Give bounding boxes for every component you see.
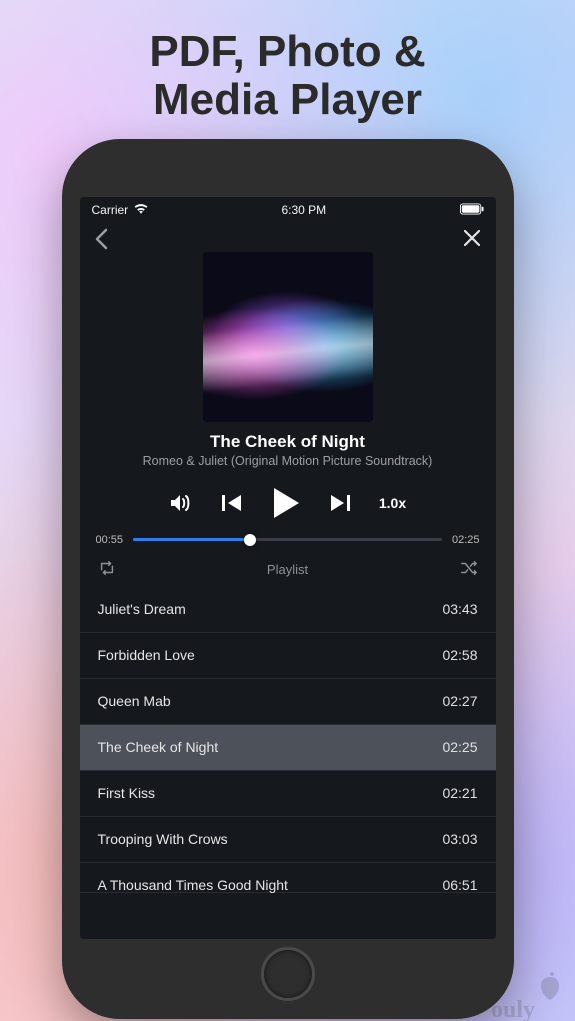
playlist-item[interactable]: First Kiss 02:21 xyxy=(80,771,496,817)
next-button[interactable] xyxy=(329,493,351,513)
app-screen: Carrier 6:30 PM The Cheek of Night Romeo… xyxy=(80,197,496,939)
playlist-item[interactable]: Juliet's Dream 03:43 xyxy=(80,587,496,633)
previous-button[interactable] xyxy=(221,493,243,513)
shuffle-button[interactable] xyxy=(460,560,478,579)
playlist-label: Playlist xyxy=(267,562,308,577)
carrier-label: Carrier xyxy=(92,203,129,217)
elapsed-time: 00:55 xyxy=(96,534,124,546)
close-button[interactable] xyxy=(462,228,482,253)
playlist-item-duration: 02:27 xyxy=(442,693,477,709)
progress-row: 00:55 02:25 xyxy=(80,534,496,546)
playlist-item-title: Queen Mab xyxy=(98,693,171,709)
playlist-item[interactable]: Forbidden Love 02:58 xyxy=(80,633,496,679)
promo-title-line2: Media Player xyxy=(0,76,575,124)
playlist-item-duration: 03:43 xyxy=(442,601,477,617)
track-artist: Romeo & Juliet (Original Motion Picture … xyxy=(80,454,496,468)
svg-text:ouly: ouly xyxy=(491,997,535,1021)
playlist-item-partial[interactable]: A Thousand Times Good Night 06:51 xyxy=(80,863,496,893)
promo-title: PDF, Photo & Media Player xyxy=(0,0,575,125)
playlist: Juliet's Dream 03:43 Forbidden Love 02:5… xyxy=(80,587,496,939)
playlist-item-duration: 03:03 xyxy=(442,831,477,847)
play-button[interactable] xyxy=(271,486,301,520)
battery-icon xyxy=(460,203,484,218)
promo-title-line1: PDF, Photo & xyxy=(0,28,575,76)
playlist-item-duration: 02:58 xyxy=(442,647,477,663)
album-artwork xyxy=(203,252,373,422)
playlist-item[interactable]: Trooping With Crows 03:03 xyxy=(80,817,496,863)
playback-controls: 1.0x xyxy=(80,486,496,520)
seek-slider[interactable] xyxy=(133,538,442,541)
playlist-item-duration: 02:21 xyxy=(442,785,477,801)
seek-thumb xyxy=(244,534,256,546)
home-button[interactable] xyxy=(261,947,315,1001)
playback-speed-button[interactable]: 1.0x xyxy=(379,495,406,511)
phone-device-frame: Carrier 6:30 PM The Cheek of Night Romeo… xyxy=(62,139,514,1019)
playlist-item-title: Juliet's Dream xyxy=(98,601,186,617)
status-left: Carrier xyxy=(92,203,149,217)
playlist-item-duration: 02:25 xyxy=(442,739,477,755)
seek-fill xyxy=(133,538,250,541)
status-bar: Carrier 6:30 PM xyxy=(80,197,496,224)
back-button[interactable] xyxy=(94,228,108,255)
playlist-item-title: The Cheek of Night xyxy=(98,739,219,755)
total-time: 02:25 xyxy=(452,534,480,546)
status-time: 6:30 PM xyxy=(281,203,326,217)
watermark-logo: ouly xyxy=(489,971,569,1021)
playlist-item-title: Trooping With Crows xyxy=(98,831,228,847)
playlist-header: Playlist xyxy=(80,546,496,587)
playlist-item-active[interactable]: The Cheek of Night 02:25 xyxy=(80,725,496,771)
track-title: The Cheek of Night xyxy=(80,432,496,452)
playlist-item-title: Forbidden Love xyxy=(98,647,195,663)
repeat-button[interactable] xyxy=(98,560,116,579)
playlist-item-title: A Thousand Times Good Night xyxy=(98,877,288,893)
playlist-item[interactable]: Queen Mab 02:27 xyxy=(80,679,496,725)
volume-button[interactable] xyxy=(169,493,193,513)
playlist-item-duration: 06:51 xyxy=(442,877,477,893)
playlist-item-title: First Kiss xyxy=(98,785,156,801)
wifi-icon xyxy=(134,203,148,217)
